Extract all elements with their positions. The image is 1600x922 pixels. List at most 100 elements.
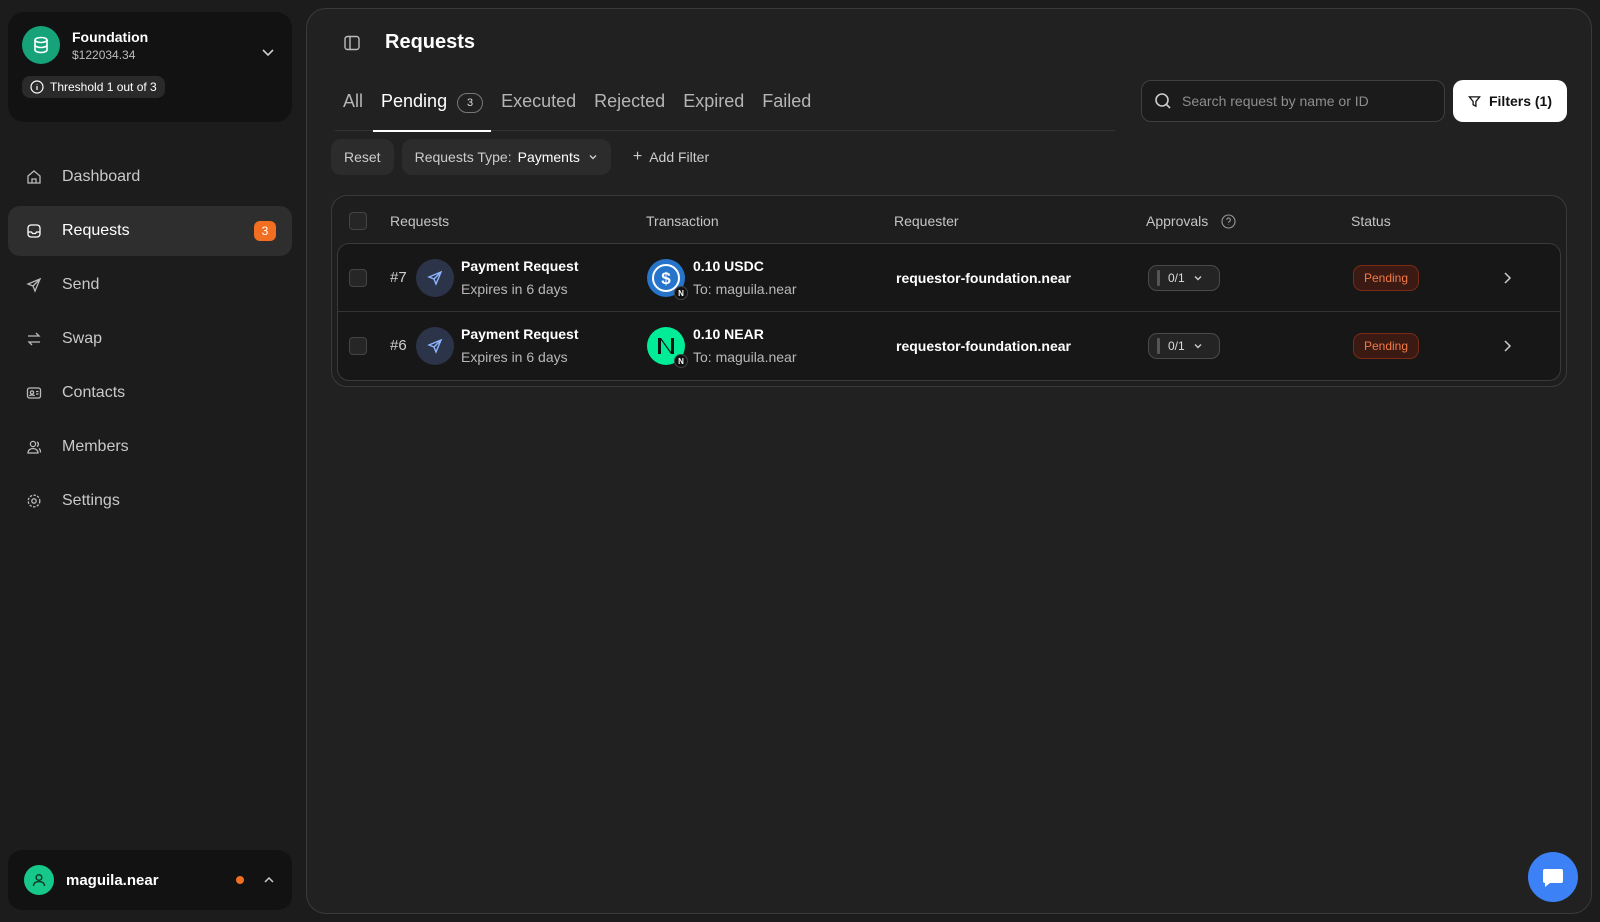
sidebar-item-settings[interactable]: Settings [8, 476, 292, 526]
transaction-recipient: To: maguila.near [693, 281, 797, 297]
notification-dot [236, 876, 244, 884]
tab-expired[interactable]: Expired [675, 79, 752, 131]
search-icon [1155, 93, 1171, 109]
add-filter-label: Add Filter [649, 149, 710, 165]
user-account-menu[interactable]: maguila.near [8, 850, 292, 910]
transaction-amount: 0.10 NEAR [693, 326, 764, 342]
user-name: maguila.near [66, 871, 159, 889]
request-title: Payment Request [461, 326, 579, 342]
request-expiry: Expires in 6 days [461, 281, 568, 297]
sidebar-item-swap[interactable]: Swap [8, 314, 292, 364]
members-icon [26, 439, 42, 455]
sidebar-item-label: Contacts [62, 384, 126, 401]
status-badge: Pending [1353, 333, 1419, 359]
support-chat-button[interactable] [1528, 852, 1578, 902]
table-body: #7 Payment Request Expires in 6 days $ N… [337, 243, 1561, 381]
tab-executed[interactable]: Executed [493, 79, 584, 131]
requests-type-filter[interactable]: Requests Type: Payments [401, 139, 611, 175]
chevron-down-icon [1194, 344, 1202, 349]
transaction-recipient: To: maguila.near [693, 349, 797, 365]
sidebar-item-dashboard[interactable]: Dashboard [8, 152, 292, 202]
select-all-checkbox[interactable] [349, 212, 367, 230]
sidebar-item-label: Requests [62, 222, 130, 239]
row-checkbox[interactable] [349, 269, 367, 287]
tab-label: All [343, 91, 364, 111]
near-network-badge: N [674, 354, 688, 368]
table-row[interactable]: #6 Payment Request Expires in 6 days N 0… [338, 312, 1560, 380]
org-switcher[interactable]: Foundation $122034.34 Threshold 1 out of… [8, 12, 292, 122]
org-balance: $122034.34 [72, 47, 136, 62]
help-icon[interactable] [1221, 214, 1236, 229]
chevron-right-icon[interactable] [1501, 271, 1513, 285]
send-icon [26, 277, 42, 293]
row-checkbox[interactable] [349, 337, 367, 355]
sidebar-item-label: Settings [62, 492, 120, 509]
send-icon [416, 327, 454, 365]
filter-type-label: Requests Type: [414, 149, 512, 165]
main-panel: Requests All Pending 3 Executed Rejected … [306, 8, 1592, 914]
approvals-dropdown[interactable]: 0/1 [1148, 333, 1220, 359]
request-title: Payment Request [461, 258, 579, 274]
filter-bar: Reset Requests Type: Payments + Add Filt… [331, 139, 709, 175]
reset-button[interactable]: Reset [331, 139, 394, 175]
tab-failed[interactable]: Failed [754, 79, 819, 131]
sidebar-item-send[interactable]: Send [8, 260, 292, 310]
request-id: #7 [390, 269, 407, 286]
gear-icon [26, 493, 42, 509]
approval-progress-bar [1157, 270, 1160, 286]
approvals-count: 0/1 [1168, 271, 1185, 285]
table-header: Requests Transaction Requester Approvals… [332, 196, 1566, 244]
sidebar-item-contacts[interactable]: Contacts [8, 368, 292, 418]
chevron-down-icon [589, 155, 597, 160]
filters-button[interactable]: Filters (1) [1453, 80, 1567, 122]
tab-label: Rejected [594, 91, 666, 111]
requester-name: requestor-foundation.near [896, 270, 1072, 286]
table-row[interactable]: #7 Payment Request Expires in 6 days $ N… [338, 244, 1560, 312]
sidebar-item-members[interactable]: Members [8, 422, 292, 472]
sidebar-toggle-icon[interactable] [343, 34, 361, 52]
chevron-down-icon[interactable] [260, 44, 276, 60]
contacts-icon [26, 385, 42, 401]
requester-name: requestor-foundation.near [896, 338, 1072, 354]
user-icon [32, 873, 46, 887]
sidebar-item-requests[interactable]: Requests 3 [8, 206, 292, 256]
inbox-icon [26, 223, 42, 239]
sidebar-nav: Dashboard Requests 3 Send Swap Contacts … [8, 152, 292, 526]
approvals-count: 0/1 [1168, 339, 1185, 353]
chat-icon [1543, 869, 1563, 887]
tab-pending[interactable]: Pending 3 [373, 79, 492, 132]
add-filter-button[interactable]: + Add Filter [633, 148, 709, 166]
tab-label: Failed [762, 91, 812, 111]
svg-text:$: $ [661, 269, 671, 288]
column-header-requests: Requests [390, 213, 450, 229]
tab-count-badge: 3 [457, 93, 484, 113]
threshold-badge: Threshold 1 out of 3 [22, 76, 165, 98]
status-badge: Pending [1353, 265, 1419, 291]
tab-all[interactable]: All [335, 79, 371, 131]
org-name: Foundation [72, 28, 149, 45]
page-title: Requests [385, 31, 476, 53]
near-network-badge: N [674, 286, 688, 300]
approval-progress-bar [1157, 338, 1160, 354]
chevron-up-icon[interactable] [262, 873, 276, 887]
requests-count-badge: 3 [254, 221, 276, 241]
request-expiry: Expires in 6 days [461, 349, 568, 365]
search-input[interactable] [1182, 93, 1432, 109]
plus-icon: + [632, 148, 643, 165]
chevron-down-icon [1194, 276, 1202, 281]
avatar [24, 865, 54, 895]
reset-label: Reset [344, 149, 381, 165]
tab-label: Expired [683, 91, 745, 111]
near-icon: N [647, 327, 688, 368]
column-header-approvals: Approvals [1146, 213, 1209, 229]
request-id: #6 [390, 337, 407, 354]
sidebar-item-label: Swap [62, 330, 103, 347]
tab-rejected[interactable]: Rejected [586, 79, 673, 131]
chevron-right-icon[interactable] [1501, 339, 1513, 353]
sidebar-item-label: Send [62, 276, 100, 293]
column-header-transaction: Transaction [646, 213, 719, 229]
home-icon [26, 169, 42, 185]
sidebar-item-label: Dashboard [62, 168, 141, 185]
search-box [1141, 80, 1445, 122]
approvals-dropdown[interactable]: 0/1 [1148, 265, 1220, 291]
